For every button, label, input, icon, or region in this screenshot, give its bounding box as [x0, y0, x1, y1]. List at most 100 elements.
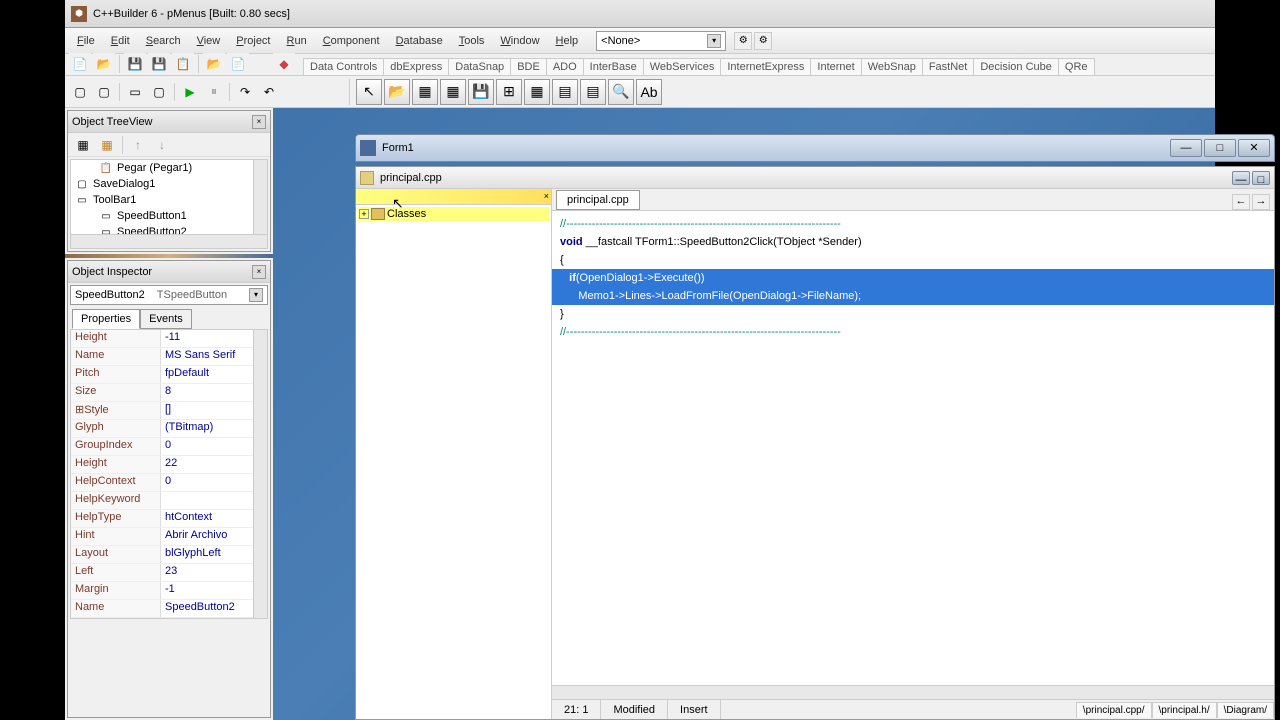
treeview[interactable]: 📋Pegar (Pegar1)▢SaveDialog1▭ToolBar1▭Spe…: [70, 159, 268, 249]
tree-btn1[interactable]: ▦: [72, 134, 94, 156]
comp3-button[interactable]: ▦: [440, 79, 466, 105]
palette-tab[interactable]: Internet: [810, 58, 861, 75]
inspector-object-combo[interactable]: SpeedButton2 TSpeedButton ▾: [70, 285, 268, 305]
prop-value[interactable]: 8: [161, 384, 267, 401]
property-row[interactable]: HelpTypehtContext: [71, 510, 267, 528]
prop-value[interactable]: []: [161, 402, 267, 419]
prop-value[interactable]: -1: [161, 582, 267, 599]
chevron-down-icon[interactable]: ▾: [249, 288, 263, 302]
comp9-button[interactable]: 🔍: [608, 79, 634, 105]
open-button[interactable]: 📂: [93, 53, 115, 75]
form-button[interactable]: ▢: [69, 81, 91, 103]
palette-tab[interactable]: DataSnap: [448, 58, 511, 75]
property-row[interactable]: HintAbrir Archivo: [71, 528, 267, 546]
menu-run[interactable]: Run: [279, 31, 315, 51]
scrollbar-v[interactable]: [253, 160, 267, 234]
prop-value[interactable]: [161, 492, 267, 509]
comp4-button[interactable]: 💾: [468, 79, 494, 105]
newform-button[interactable]: ▢: [148, 81, 170, 103]
config-icon[interactable]: ⚙: [734, 32, 752, 50]
palette-tab[interactable]: WebSnap: [861, 58, 923, 75]
comp8-button[interactable]: ▤: [580, 79, 606, 105]
code-tab[interactable]: principal.cpp: [556, 190, 640, 210]
tab-properties[interactable]: Properties: [72, 309, 140, 329]
prop-value[interactable]: MS Sans Serif: [161, 348, 267, 365]
palette-tab[interactable]: ADO: [546, 58, 584, 75]
class-browser[interactable]: × ↖ + Classes: [356, 189, 552, 719]
comp10-button[interactable]: Ab: [636, 79, 662, 105]
help-button[interactable]: ◆: [273, 53, 295, 75]
chevron-down-icon[interactable]: ▾: [707, 34, 721, 48]
property-row[interactable]: NameSpeedButton2: [71, 600, 267, 618]
scrollbar-h[interactable]: [552, 685, 1274, 699]
class-tree-item[interactable]: + Classes: [358, 207, 549, 221]
saveall-button[interactable]: 💾: [148, 53, 170, 75]
menu-search[interactable]: Search: [138, 31, 189, 51]
expand-icon[interactable]: +: [359, 209, 369, 219]
removefile-button[interactable]: 📄: [227, 53, 249, 75]
palette-tab[interactable]: Decision Cube: [973, 58, 1059, 75]
minimize-button[interactable]: —: [1170, 139, 1202, 157]
tab-events[interactable]: Events: [140, 309, 192, 329]
run-button[interactable]: ▶: [179, 81, 201, 103]
status-tab[interactable]: \Diagram/: [1217, 702, 1274, 718]
menu-file[interactable]: File: [69, 31, 103, 51]
comp7-button[interactable]: ▤: [552, 79, 578, 105]
tree-item[interactable]: ▭ToolBar1: [71, 192, 267, 208]
save-button[interactable]: 💾: [124, 53, 146, 75]
property-row[interactable]: GroupIndex0: [71, 438, 267, 456]
down-icon[interactable]: ↓: [151, 134, 173, 156]
new-button[interactable]: 📄: [69, 53, 91, 75]
comp1-button[interactable]: 📂: [384, 79, 410, 105]
scrollbar-h[interactable]: [71, 234, 267, 248]
menu-database[interactable]: Database: [388, 31, 451, 51]
project-button[interactable]: 📋: [172, 53, 194, 75]
menu-help[interactable]: Help: [548, 31, 587, 51]
menu-component[interactable]: Component: [315, 31, 388, 51]
stepinto-button[interactable]: ↶: [258, 81, 280, 103]
prop-value[interactable]: blGlyphLeft: [161, 546, 267, 563]
prop-value[interactable]: 0: [161, 474, 267, 491]
menu-project[interactable]: Project: [228, 31, 278, 51]
close-icon[interactable]: ×: [544, 191, 549, 201]
comp5-button[interactable]: ⊞: [496, 79, 522, 105]
close-icon[interactable]: ×: [252, 115, 266, 129]
prop-value[interactable]: 22: [161, 456, 267, 473]
pause-button[interactable]: ⏸: [203, 81, 225, 103]
prop-value[interactable]: -11: [161, 330, 267, 347]
property-grid[interactable]: Height-11NameMS Sans SerifPitchfpDefault…: [70, 329, 268, 619]
palette-tab[interactable]: BDE: [510, 58, 547, 75]
property-row[interactable]: PitchfpDefault: [71, 366, 267, 384]
menu-edit[interactable]: Edit: [103, 31, 138, 51]
form-titlebar[interactable]: Form1 — □ ✕: [355, 134, 1275, 162]
prop-value[interactable]: SpeedButton2: [161, 600, 267, 617]
property-row[interactable]: Height22: [71, 456, 267, 474]
palette-tab[interactable]: QRe: [1058, 58, 1095, 75]
status-tab[interactable]: \principal.cpp/: [1076, 702, 1152, 718]
prop-value[interactable]: (TBitmap): [161, 420, 267, 437]
maximize-button[interactable]: □: [1204, 139, 1236, 157]
property-row[interactable]: Size8: [71, 384, 267, 402]
code-editor[interactable]: //--------------------------------------…: [552, 211, 1274, 699]
status-tab[interactable]: \principal.h/: [1152, 702, 1217, 718]
palette-tab[interactable]: dbExpress: [383, 58, 449, 75]
property-row[interactable]: Margin-1: [71, 582, 267, 600]
tree-item[interactable]: ▭SpeedButton1: [71, 208, 267, 224]
prop-value[interactable]: 23: [161, 564, 267, 581]
nav-forward-button[interactable]: →: [1252, 194, 1270, 210]
toggle-button[interactable]: ▭: [124, 81, 146, 103]
close-button[interactable]: ✕: [1238, 139, 1270, 157]
property-row[interactable]: Glyph(TBitmap): [71, 420, 267, 438]
unit-button[interactable]: ▢: [93, 81, 115, 103]
property-row[interactable]: Height-11: [71, 330, 267, 348]
editor-titlebar[interactable]: principal.cpp — □: [356, 167, 1274, 189]
palette-tab[interactable]: WebServices: [643, 58, 722, 75]
tree-btn2[interactable]: ▦: [96, 134, 118, 156]
menu-window[interactable]: Window: [492, 31, 547, 51]
maximize-button[interactable]: □: [1252, 171, 1270, 185]
property-row[interactable]: HelpContext0: [71, 474, 267, 492]
comp2-button[interactable]: ▦: [412, 79, 438, 105]
minimize-button[interactable]: —: [1232, 171, 1250, 185]
prop-value[interactable]: Abrir Archivo: [161, 528, 267, 545]
palette-tab[interactable]: InternetExpress: [720, 58, 811, 75]
